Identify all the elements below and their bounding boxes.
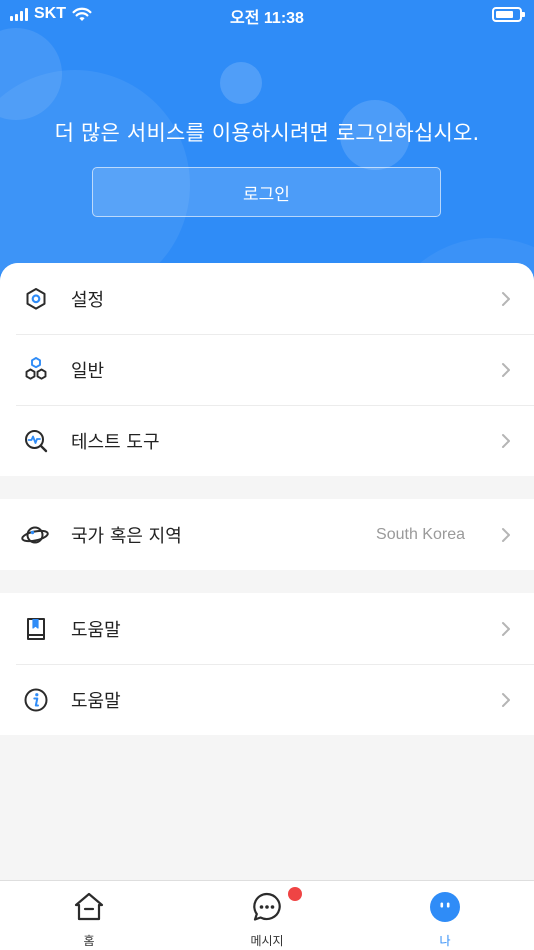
chevron-right-icon [502, 434, 510, 448]
menu-label: 국가 혹은 지역 [71, 525, 182, 547]
planet-icon [21, 526, 49, 544]
menu-group-help: 도움말 도움말 [0, 593, 534, 735]
menu-label: 도움말 [71, 690, 121, 712]
chevron-right-icon [502, 292, 510, 306]
chevron-right-icon [502, 693, 510, 707]
menu-item-settings[interactable]: 설정 [0, 263, 534, 334]
book-icon [27, 618, 45, 640]
test-tool-icon [25, 430, 48, 453]
menu-label: 설정 [71, 289, 105, 311]
menu-group-main: 설정 일반 테스트 도구 [0, 263, 534, 476]
general-cubes-icon [25, 357, 47, 380]
profile-icon [430, 892, 460, 922]
tab-label: 메시지 [250, 934, 284, 948]
status-time: 오전 11:38 [230, 10, 304, 27]
tab-label: 홈 [83, 934, 95, 948]
chevron-right-icon [502, 622, 510, 636]
tab-messages[interactable]: 메시지 [207, 881, 327, 950]
region-value: South Korea [376, 525, 465, 543]
menu-item-info[interactable]: 도움말 [0, 664, 534, 735]
header-banner: SKT 오전 11:38 더 많은 서비스를 이용하시려면 로그인하십시오. 로… [0, 0, 534, 300]
menu-item-help[interactable]: 도움말 [0, 593, 534, 664]
decor-circle [220, 62, 262, 104]
status-bar: SKT 오전 11:38 [0, 0, 534, 30]
battery-icon [492, 7, 525, 22]
menu-item-region[interactable]: 국가 혹은 지역 South Korea [0, 499, 534, 570]
chevron-right-icon [502, 363, 510, 377]
tab-label: 나 [439, 934, 451, 948]
menu-label: 일반 [71, 360, 105, 382]
notification-badge [288, 887, 302, 901]
menu-list: 설정 일반 테스트 도구 국가 혹은 지역 South Korea 도움말 도움… [0, 263, 534, 880]
tab-home[interactable]: 홈 [29, 881, 149, 950]
home-icon [74, 892, 104, 921]
login-button[interactable]: 로그인 [92, 167, 441, 217]
menu-item-test-tools[interactable]: 테스트 도구 [0, 405, 534, 476]
menu-label: 테스트 도구 [71, 431, 160, 453]
message-icon [253, 892, 281, 921]
chevron-right-icon [502, 528, 510, 542]
login-prompt-text: 더 많은 서비스를 이용하시려면 로그인하십시오. [54, 121, 480, 145]
settings-hex-icon [26, 288, 46, 310]
tab-bar: 홈 메시지 나 [0, 880, 534, 950]
info-icon [24, 688, 48, 712]
menu-item-general[interactable]: 일반 [0, 334, 534, 405]
menu-group-region: 국가 혹은 지역 South Korea [0, 499, 534, 570]
tab-me[interactable]: 나 [385, 881, 505, 950]
menu-label: 도움말 [71, 619, 121, 641]
